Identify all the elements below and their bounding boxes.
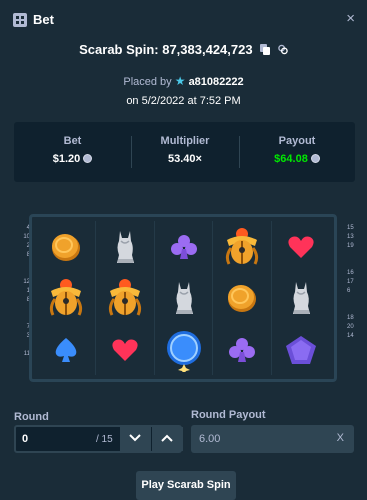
close-button[interactable]: × — [346, 10, 355, 27]
coin-icon — [212, 272, 271, 323]
placed-by-prefix: Placed by — [123, 76, 172, 88]
payline-number: 1 — [14, 287, 30, 296]
slot-grid — [36, 221, 330, 375]
payline-number — [347, 260, 363, 269]
chevron-up-icon — [161, 434, 173, 442]
payline-number: 4 — [14, 224, 30, 233]
payline-numbers-right: 15 13 19 16 17 6 18 20 14 — [347, 224, 363, 341]
gem-icon — [271, 324, 330, 375]
payout-value: $64.08 — [274, 153, 308, 165]
vip-star-icon: ★ — [174, 74, 186, 88]
payline-number: 14 — [347, 333, 354, 339]
payline-number — [14, 260, 30, 269]
bet-slip-icon — [13, 13, 27, 27]
scarab-icon — [95, 272, 154, 323]
payline-number — [14, 269, 30, 278]
club-icon — [212, 324, 271, 375]
club-icon — [154, 221, 213, 272]
scarab-icon — [36, 272, 95, 323]
payline-number: 6 — [347, 288, 351, 294]
chevron-down-icon — [129, 434, 141, 442]
cat-statue-icon — [95, 221, 154, 272]
modal-title: Bet — [33, 12, 54, 27]
payline-number: 3 — [14, 332, 30, 341]
payline-number: 20 — [347, 324, 354, 330]
multiplier-label: Multiplier — [160, 135, 210, 147]
bet-stat: Bet $1.20 — [14, 122, 131, 182]
round-payout-field: 6.00 X — [191, 425, 354, 453]
payline-numbers-left: 4102812187311 — [14, 224, 30, 359]
payline-number — [14, 305, 30, 314]
payline-number: 16 — [347, 270, 354, 276]
slot-board — [29, 214, 337, 382]
bet-date: on 5/2/2022 at 7:52 PM — [126, 95, 241, 107]
payline-number — [14, 341, 30, 350]
payout-label: Payout — [278, 135, 316, 147]
blue-orb-icon — [154, 324, 213, 375]
cat-statue-icon — [271, 272, 330, 323]
coin-icon — [36, 221, 95, 272]
payline-number: 12 — [23, 279, 30, 285]
payline-number: 10 — [23, 234, 30, 240]
round-label: Round — [14, 411, 49, 423]
payline-number — [347, 305, 363, 314]
payline-number: 17 — [347, 279, 354, 285]
bet-stats-panel: Bet $1.20 Multiplier 53.40× Payout $64.0… — [14, 122, 355, 182]
bet-label: Bet — [63, 135, 82, 147]
payline-number: 8 — [14, 296, 30, 305]
payline-number — [347, 296, 363, 305]
payline-number: 13 — [347, 234, 354, 240]
heart-icon — [95, 324, 154, 375]
bet-value: $1.20 — [52, 153, 81, 165]
payline-number: 18 — [347, 315, 354, 321]
multiplier-value: 53.40× — [168, 153, 202, 165]
heart-icon — [271, 221, 330, 272]
placed-by: Placed by ★ a81082222 — [0, 74, 367, 88]
payout-value-row: $64.08 — [239, 153, 355, 165]
spade-icon — [36, 324, 95, 375]
scarab-icon — [212, 221, 271, 272]
round-input-group: 0 / 15 — [14, 425, 183, 453]
payline-number: 2 — [14, 242, 30, 251]
multiplier-stat: Multiplier 53.40× — [131, 122, 239, 182]
play-scarab-spin-button[interactable]: Play Scarab Spin — [136, 471, 236, 500]
copy-icon[interactable] — [260, 44, 271, 55]
game-title-text: Scarab Spin: 87,383,424,723 — [79, 42, 253, 57]
round-payout-value: 6.00 — [199, 433, 221, 445]
payout-stat: Payout $64.08 — [239, 122, 355, 182]
currency-coin-icon — [310, 154, 320, 163]
payline-number: 19 — [347, 243, 354, 249]
payline-number: 7 — [14, 323, 30, 332]
cat-statue-icon — [154, 272, 213, 323]
round-decrement-button[interactable] — [120, 427, 151, 451]
round-increment-button[interactable] — [152, 427, 183, 451]
currency-coin-icon — [83, 154, 93, 163]
round-input[interactable]: 0 — [22, 433, 28, 445]
payline-number — [14, 314, 30, 323]
bet-value-row: $1.20 — [14, 153, 131, 165]
username-link[interactable]: a81082222 — [189, 76, 244, 88]
round-payout-label: Round Payout — [191, 409, 266, 421]
round-payout-clear: X — [336, 432, 344, 444]
modal-header: Bet × — [0, 0, 367, 40]
game-title: Scarab Spin: 87,383,424,723 — [0, 42, 367, 57]
link-icon[interactable] — [278, 44, 288, 55]
round-total: / 15 — [96, 434, 113, 445]
payline-number — [347, 251, 363, 260]
payline-number: 15 — [347, 225, 354, 231]
payline-number: 8 — [14, 251, 30, 260]
payline-number: 11 — [23, 351, 30, 357]
